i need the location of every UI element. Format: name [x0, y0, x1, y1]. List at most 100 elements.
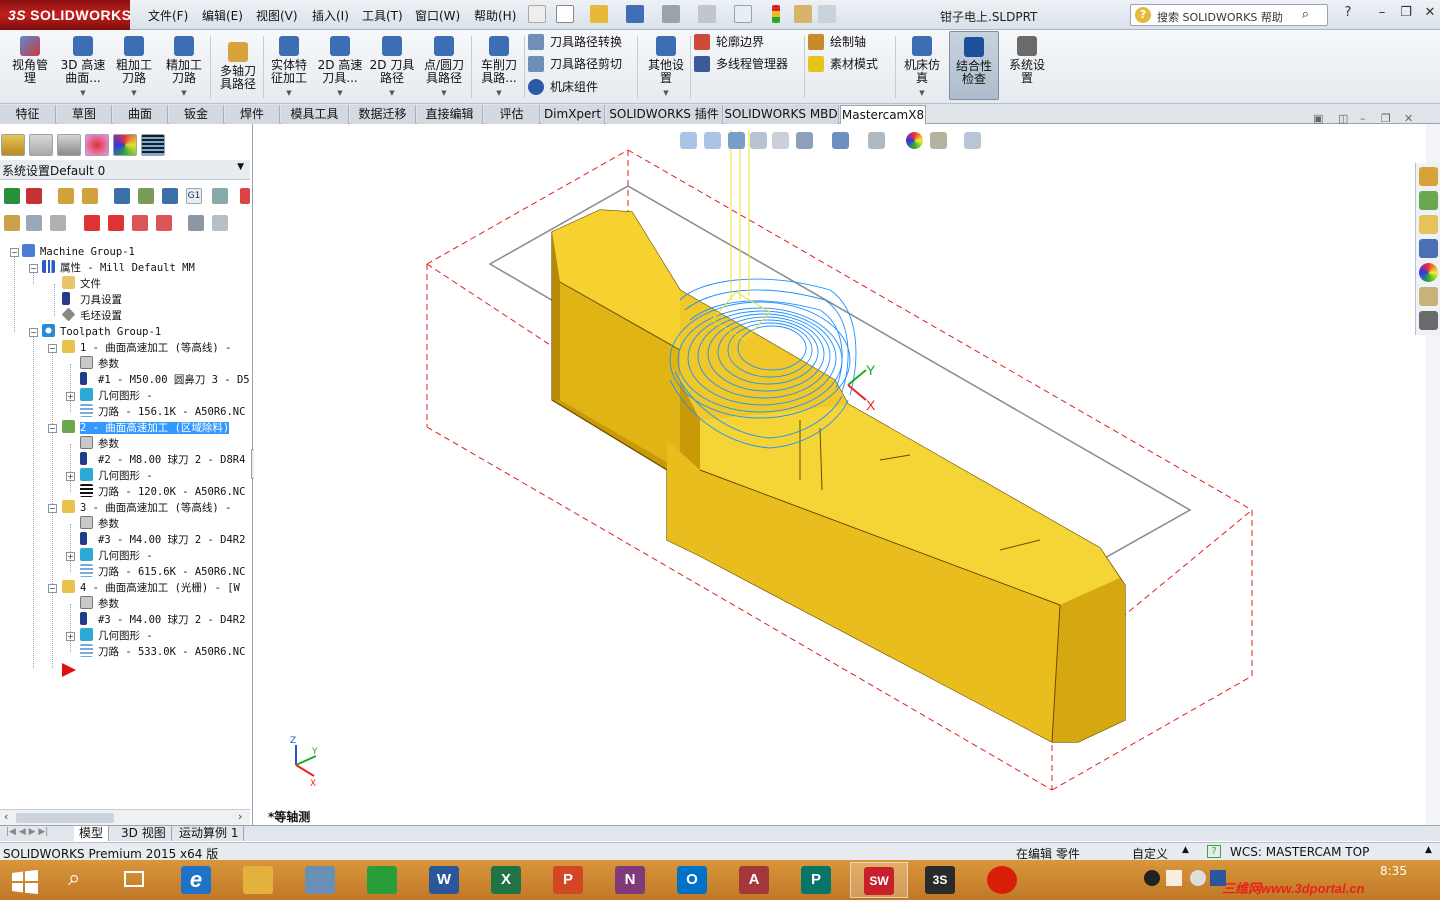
taskbar-app-explorer[interactable] — [230, 862, 288, 898]
options-icon[interactable] — [818, 5, 836, 23]
collapse-toggle[interactable]: − — [29, 264, 38, 273]
dynamic-annotation-icon[interactable] — [772, 132, 789, 149]
tab-solidworks-mbd[interactable]: SOLIDWORKS MBD — [724, 105, 839, 124]
expand-toggle[interactable]: + — [66, 472, 75, 481]
taskbar-app-netease-music[interactable] — [974, 862, 1032, 898]
collapse-toggle[interactable]: − — [48, 344, 57, 353]
restore-button[interactable]: ❐ — [1396, 5, 1416, 23]
tab-model[interactable]: 模型 — [74, 826, 110, 841]
taskbar-app-onenote[interactable]: N — [602, 862, 660, 898]
section-view-icon[interactable] — [750, 132, 767, 149]
menu-window[interactable]: 窗口(W) — [415, 7, 460, 24]
menu-help[interactable]: 帮助(H) — [474, 7, 516, 24]
tray-app-icon[interactable] — [1166, 870, 1182, 886]
point-circle-button[interactable]: 点/圆刀 具路径 ▼ — [419, 34, 469, 100]
tab-weldments[interactable]: 焊件 — [225, 105, 280, 124]
regenerate-selected-icon[interactable] — [58, 188, 74, 204]
scroll-thumb[interactable] — [16, 813, 114, 823]
associativity-check-button[interactable]: 结合性 检查 — [949, 31, 999, 100]
tree-files[interactable]: 文件 — [62, 276, 101, 292]
view-palette-icon[interactable] — [1419, 239, 1438, 258]
tray-status-icon[interactable] — [1190, 870, 1206, 886]
machine-component-button[interactable]: 机床组件 — [526, 77, 598, 97]
menu-edit[interactable]: 编辑(E) — [202, 7, 243, 24]
pin-icon[interactable] — [528, 5, 546, 23]
lock-icon[interactable] — [4, 215, 20, 231]
expand-toggle[interactable]: + — [66, 552, 75, 561]
backplot-icon[interactable] — [114, 188, 130, 204]
tree-op-3-geometry[interactable]: 几何图形 - — [80, 548, 153, 564]
config-selector[interactable]: 系统设置Default 0 ▼ — [0, 160, 250, 180]
hide-show-items-icon[interactable] — [868, 132, 885, 149]
configuration-manager-tab-icon[interactable] — [57, 134, 81, 156]
tree-op-4[interactable]: 4 - 曲面高速加工 (光栅) - [W — [62, 580, 240, 596]
contour-boundary-button[interactable]: 轮廓边界 — [692, 32, 764, 52]
show-display-icon[interactable] — [212, 215, 228, 231]
finishing-button[interactable]: 精加工 刀路 ▼ — [160, 34, 208, 100]
custom-properties-icon[interactable] — [1419, 287, 1438, 306]
tab-surface[interactable]: 曲面 — [113, 105, 168, 124]
post-g1-icon[interactable]: G1 — [186, 188, 202, 204]
machine-sim-button[interactable]: 机床仿 真 ▼ — [898, 34, 946, 100]
open-folder-icon[interactable] — [590, 5, 608, 23]
multiaxis-button[interactable]: 多轴刀 具路径 — [214, 34, 262, 100]
draw-axis-button[interactable]: 绘制轴 — [806, 32, 866, 52]
tree-op-1-params[interactable]: 参数 — [80, 356, 119, 372]
viewport-tile-icon[interactable]: ▣ — [1313, 112, 1323, 125]
undo-icon[interactable] — [698, 5, 716, 23]
close-button[interactable]: ✕ — [1420, 5, 1440, 23]
tree-op-1-toolpath[interactable]: 刀路 - 156.1K - A50R6.NC — [80, 404, 245, 420]
tab-mastercam-x8[interactable]: MastercamX8 — [840, 105, 926, 124]
tree-op-4-params[interactable]: 参数 — [80, 596, 119, 612]
toolpath-trim-button[interactable]: 刀具路径剪切 — [526, 54, 622, 74]
model-canvas[interactable]: Y X Z Y X — [254, 124, 1426, 825]
search-icon[interactable]: ⌕ — [1302, 7, 1309, 22]
tab-dimxpert[interactable]: DimXpert — [541, 105, 605, 124]
tree-op-4-toolpath[interactable]: 刀路 - 533.0K - A50R6.NC — [80, 644, 245, 660]
mastercam-toolpath-manager-tab-icon[interactable] — [141, 134, 165, 156]
solid-feature-button[interactable]: 实体特 征加工 ▼ — [264, 34, 314, 100]
search-button[interactable]: ⌕ — [52, 862, 104, 898]
tab-evaluate[interactable]: 评估 — [484, 105, 540, 124]
qq-tray-icon[interactable] — [1144, 870, 1160, 886]
deselect-ops-icon[interactable] — [26, 188, 42, 204]
taskbar-app-3ds[interactable]: 3S — [912, 862, 970, 898]
apply-scene-icon[interactable] — [930, 132, 947, 149]
edit-appearance-icon[interactable] — [906, 132, 923, 149]
view-settings-icon[interactable] — [964, 132, 981, 149]
taskbar-app-access[interactable]: A — [726, 862, 784, 898]
tree-op-3-tool[interactable]: #3 - M4.00 球刀 2 - D4R2 — [80, 532, 245, 548]
tree-stock-setup[interactable]: 毛坯设置 — [61, 307, 122, 324]
display-manager-tab-icon[interactable] — [113, 134, 137, 156]
tree-op-4-geometry[interactable]: 几何图形 - — [80, 628, 153, 644]
toggle-display-icon[interactable] — [26, 215, 42, 231]
tab-mold-tools[interactable]: 模具工具 — [281, 105, 349, 124]
taskbar-app-powerpoint[interactable]: P — [540, 862, 598, 898]
viewport-split-icon[interactable]: ◫ — [1338, 112, 1348, 125]
view-orientation-icon[interactable] — [796, 132, 813, 149]
menu-file[interactable]: 文件(F) — [148, 7, 188, 24]
print-icon[interactable] — [662, 5, 680, 23]
viewport-minimize-button[interactable]: – — [1360, 112, 1366, 125]
mastercam-pane-icon[interactable] — [1419, 311, 1438, 330]
clock[interactable]: 8:35 — [1380, 864, 1407, 878]
tree-op-1[interactable]: 1 - 曲面高速加工 (等高线) - — [62, 340, 231, 356]
taskbar-app-excel[interactable]: X — [478, 862, 536, 898]
regenerate-dirty-icon[interactable] — [82, 188, 98, 204]
highfeed-icon[interactable] — [212, 188, 228, 204]
rebuild-check-icon[interactable]: ? — [1207, 845, 1221, 858]
tab-sheetmetal[interactable]: 钣金 — [169, 105, 224, 124]
help-icon[interactable]: ? — [1338, 5, 1358, 23]
tree-tool-settings[interactable]: 刀具设置 — [62, 292, 122, 308]
zoom-to-area-icon[interactable] — [704, 132, 721, 149]
help-search-input[interactable]: ? 搜索 SOLIDWORKS 帮助 ⌕ — [1130, 4, 1328, 26]
tab-3d-views[interactable]: 3D 视图 — [116, 826, 172, 841]
tree-op-1-tool[interactable]: #1 - M50.00 圆鼻刀 3 - D5 — [80, 372, 250, 388]
appearances-icon[interactable] — [1419, 263, 1438, 282]
taskbar-app-publisher[interactable]: P — [788, 862, 846, 898]
previous-view-icon[interactable] — [728, 132, 745, 149]
solidworks-resources-icon[interactable] — [1419, 167, 1438, 186]
collapse-toggle[interactable]: − — [48, 584, 57, 593]
post-skip-icon[interactable] — [50, 215, 66, 231]
menu-tools[interactable]: 工具(T) — [362, 7, 403, 24]
